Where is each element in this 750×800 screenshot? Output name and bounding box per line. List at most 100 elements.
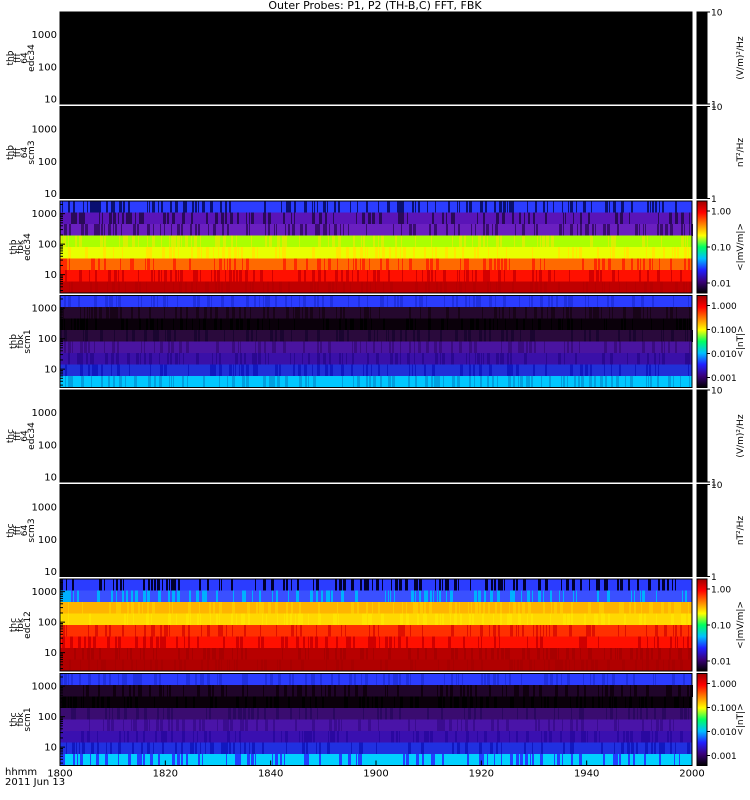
heatmap-stripe <box>333 212 334 225</box>
heatmap-stripe <box>389 201 390 213</box>
heatmap-stripe <box>210 696 213 709</box>
heatmap-stripe <box>219 648 220 660</box>
heatmap-stripe <box>193 731 194 743</box>
heatmap-stripe <box>219 258 222 271</box>
heatmap-stripe <box>630 685 631 697</box>
heatmap-stripe <box>479 648 482 660</box>
heatmap-stripe <box>360 318 362 331</box>
heatmap-stripe <box>687 742 690 755</box>
heatmap-stripe <box>618 625 619 637</box>
heatmap-stripe <box>213 224 216 236</box>
heatmap-stripe <box>293 625 294 637</box>
heatmap-stripe <box>611 295 614 308</box>
heatmap-stripe <box>179 281 182 294</box>
heatmap-stripe <box>312 719 315 732</box>
heatmap-stripe <box>350 281 351 294</box>
heatmap-stripe <box>638 636 641 649</box>
heatmap-stripe <box>512 201 514 213</box>
heatmap-stripe <box>85 330 88 342</box>
heatmap-stripe <box>441 696 442 709</box>
heatmap-stripe <box>675 212 677 225</box>
heatmap-stripe <box>73 590 74 603</box>
heatmap-stripe <box>614 742 615 755</box>
heatmap-stripe <box>428 281 430 294</box>
heatmap-stripe <box>73 201 75 213</box>
heatmap-stripe <box>70 224 71 236</box>
heatmap-stripe <box>541 307 543 319</box>
heatmap-stripe <box>618 719 619 732</box>
heatmap-stripe <box>91 307 93 319</box>
heatmap-stripe <box>316 625 317 637</box>
colorbar-label: nT²/Hz <box>736 138 746 168</box>
heatmap-stripe <box>689 307 690 319</box>
heatmap-stripe <box>545 673 548 686</box>
heatmap-stripe <box>513 376 515 388</box>
heatmap-stripe <box>603 224 606 236</box>
heatmap-stripe <box>581 659 584 672</box>
heatmap-stripe <box>560 731 562 743</box>
heatmap-stripe <box>585 307 586 319</box>
heatmap-stripe <box>80 353 83 365</box>
heatmap-stripe <box>223 636 225 649</box>
heatmap-stripe <box>285 731 288 743</box>
heatmap-stripe <box>429 224 431 236</box>
heatmap-stripe <box>162 247 165 259</box>
heatmap-stripe <box>455 602 457 614</box>
heatmap-stripe <box>94 341 95 354</box>
x-tick-label: 1920 <box>469 769 494 780</box>
heatmap-stripe <box>485 648 487 660</box>
heatmap-stripe <box>580 224 582 236</box>
heatmap-stripe <box>558 659 561 672</box>
heatmap-stripe <box>126 235 128 248</box>
heatmap-stripe <box>77 353 80 365</box>
heatmap-stripe <box>290 708 292 720</box>
heatmap-stripe <box>645 731 648 743</box>
heatmap-stripe <box>645 742 646 755</box>
heatmap-stripe <box>627 353 628 365</box>
heatmap-stripe <box>683 696 684 709</box>
colorbar-tick-label: 1.000 <box>711 680 737 690</box>
heatmap-stripe <box>518 341 521 354</box>
heatmap-stripe <box>171 376 172 388</box>
heatmap-stripe <box>518 613 521 626</box>
heatmap-stripe <box>236 659 238 672</box>
heatmap-stripe <box>300 625 302 637</box>
heatmap-stripe <box>553 307 555 319</box>
heatmap-stripe <box>464 258 467 271</box>
heatmap-stripe <box>134 376 137 388</box>
heatmap-stripe <box>317 341 319 354</box>
heatmap-band <box>60 318 692 331</box>
heatmap-stripe <box>69 258 70 271</box>
heatmap-stripe <box>673 719 674 732</box>
heatmap-stripe <box>563 376 565 388</box>
heatmap-stripe <box>655 625 658 637</box>
heatmap-stripe <box>284 258 286 271</box>
heatmap-stripe <box>539 685 542 697</box>
heatmap-stripe <box>277 376 280 388</box>
y-tick-label: 100 <box>38 240 57 251</box>
heatmap-stripe <box>668 341 670 354</box>
heatmap-stripe <box>652 731 653 743</box>
heatmap-stripe <box>532 754 534 766</box>
heatmap-stripe <box>135 719 137 732</box>
heatmap-stripe <box>528 602 531 614</box>
heatmap-stripe <box>674 754 675 766</box>
colorbar-tick-label: 10 <box>711 9 723 19</box>
heatmap-stripe <box>74 318 76 331</box>
heatmap-stripe <box>660 754 661 766</box>
heatmap-stripe <box>380 295 382 308</box>
heatmap-stripe <box>315 224 317 236</box>
heatmap-stripe <box>231 295 234 308</box>
heatmap-stripe <box>598 579 600 591</box>
heatmap-stripe <box>652 258 653 271</box>
heatmap-stripe <box>299 235 300 248</box>
heatmap-stripe <box>323 201 326 213</box>
heatmap-stripe <box>434 341 437 354</box>
heatmap-stripe <box>276 625 277 637</box>
heatmap-stripe <box>240 353 242 365</box>
heatmap-stripe <box>374 330 375 342</box>
heatmap-stripe <box>277 659 278 672</box>
heatmap-stripe <box>544 673 545 686</box>
heatmap-stripe <box>302 696 305 709</box>
heatmap-stripe <box>136 353 139 365</box>
